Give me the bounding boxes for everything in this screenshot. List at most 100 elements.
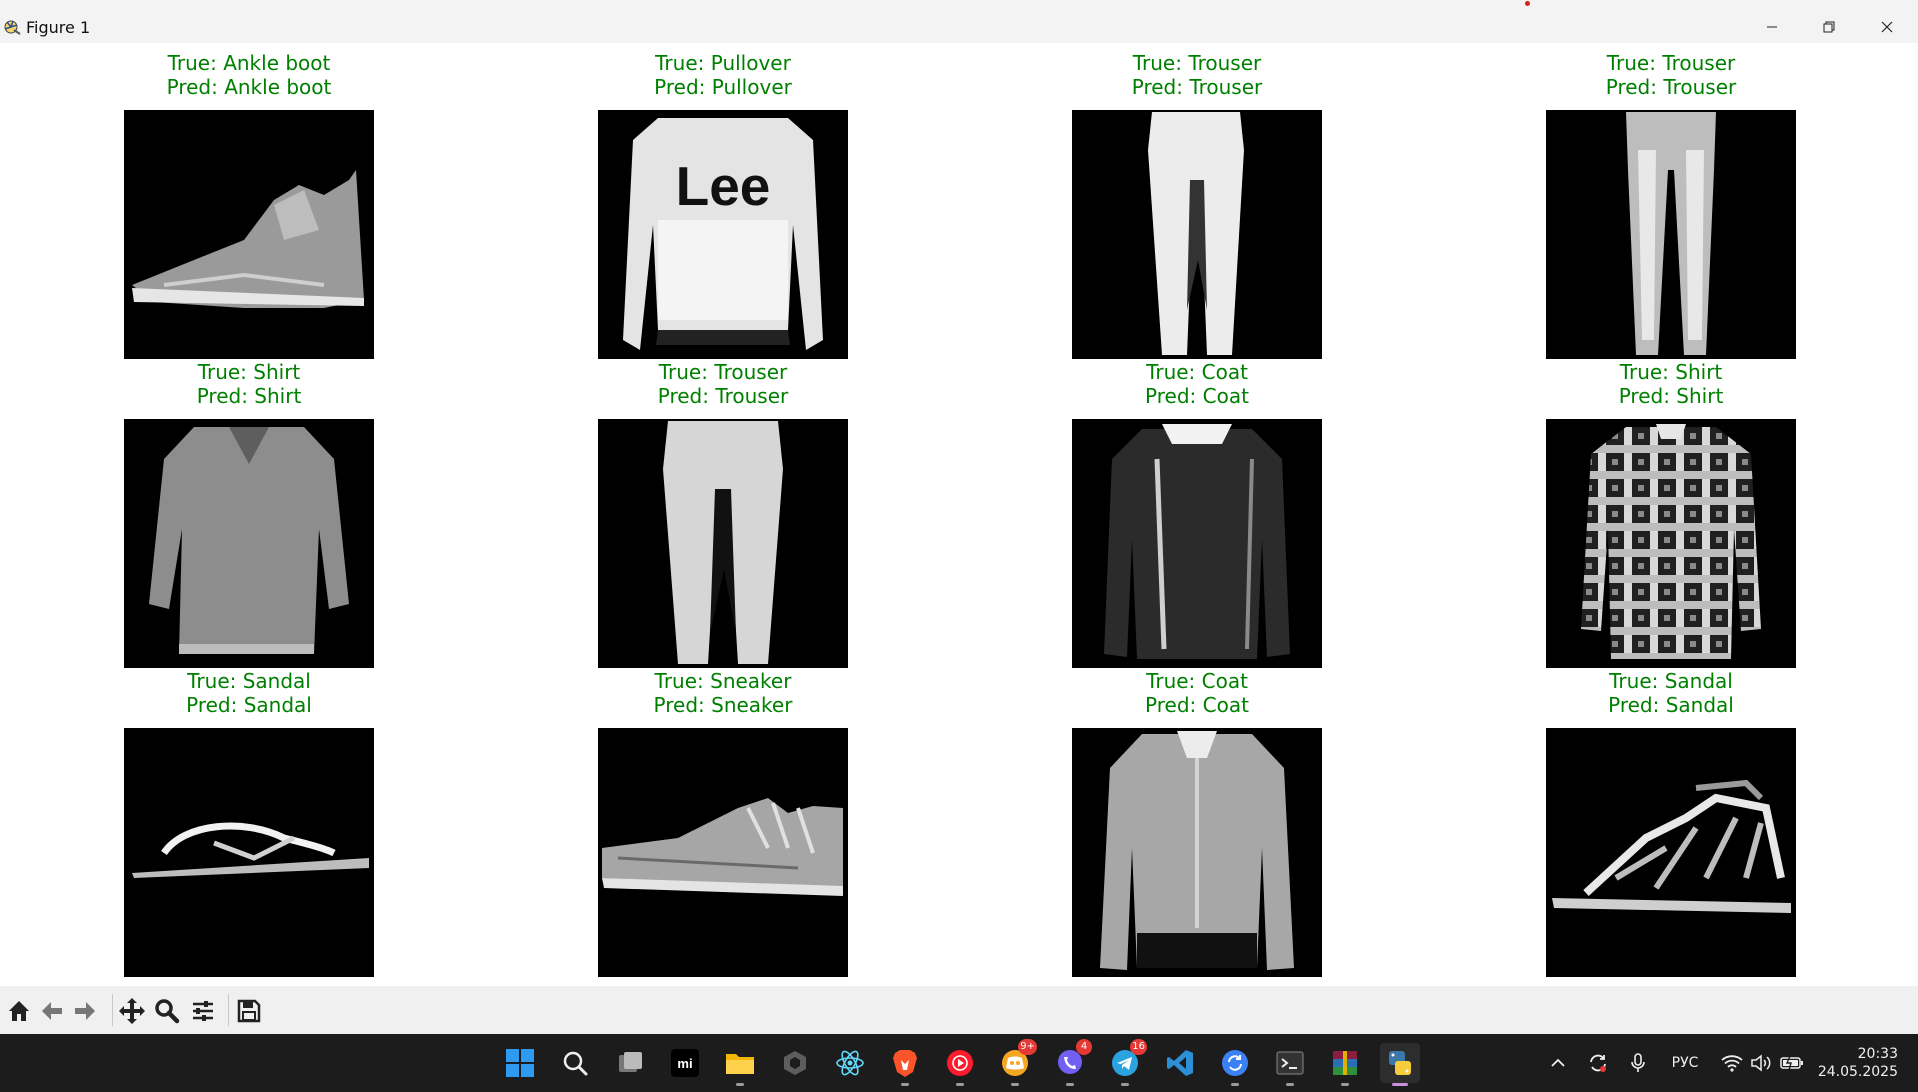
- figure-canvas[interactable]: True: Ankle boot Pred: Ankle boot True: …: [0, 43, 1918, 986]
- clock-time: 20:33: [1857, 1046, 1898, 1062]
- configure-subplots-button[interactable]: [188, 996, 218, 1026]
- subplot-panel: True: Sneaker Pred: Sneaker: [598, 669, 848, 977]
- taskbar-app-telegram[interactable]: 16: [1105, 1039, 1147, 1086]
- pred-label: Pred: Coat: [1145, 384, 1249, 408]
- pred-label: Pred: Pullover: [654, 75, 792, 99]
- taskbar-app-brave[interactable]: [885, 1043, 925, 1086]
- true-label: True: Trouser: [658, 360, 788, 384]
- sandal-image: [124, 728, 374, 977]
- plaid-shirt-image: [1546, 419, 1796, 668]
- back-icon: [42, 1002, 62, 1020]
- volume-button[interactable]: [1748, 1034, 1774, 1092]
- ankle-boot-image: [124, 110, 374, 359]
- notification-badge: 9+: [1018, 1039, 1037, 1055]
- running-indicator: [1341, 1083, 1349, 1086]
- taskbar-search-button[interactable]: [555, 1043, 595, 1083]
- forward-button[interactable]: [70, 996, 100, 1026]
- task-view-icon: [619, 1052, 642, 1072]
- minimize-button[interactable]: [1749, 12, 1795, 42]
- taskbar-app-discord[interactable]: 9+: [995, 1039, 1037, 1086]
- save-button[interactable]: [234, 996, 264, 1026]
- taskbar-app-file-explorer[interactable]: [720, 1043, 760, 1086]
- subplot-panel: True: Ankle boot Pred: Ankle boot: [124, 51, 374, 359]
- true-label: True: Trouser: [1606, 51, 1736, 75]
- brave-icon: [893, 1050, 917, 1077]
- youtube-music-icon: [947, 1050, 973, 1076]
- navigation-toolbar: [0, 986, 1918, 1034]
- unity-icon: [784, 1051, 806, 1075]
- svg-text:Lee: Lee: [676, 155, 771, 217]
- microphone-icon: [1631, 1053, 1645, 1072]
- start-button[interactable]: [500, 1043, 540, 1083]
- pred-label: Pred: Sandal: [186, 693, 312, 717]
- taskbar-app-terminal[interactable]: [1270, 1043, 1310, 1086]
- taskbar-app-sync[interactable]: [1215, 1043, 1255, 1086]
- zoom-button[interactable]: [152, 996, 182, 1026]
- close-icon: [1881, 21, 1893, 33]
- pred-label: Pred: Trouser: [1605, 75, 1737, 99]
- pred-label: Pred: Shirt: [196, 384, 302, 408]
- wifi-button[interactable]: [1719, 1034, 1745, 1092]
- true-label: True: Coat: [1146, 360, 1248, 384]
- windows-start-icon: [506, 1049, 534, 1077]
- true-label: True: Coat: [1146, 669, 1248, 693]
- window-title-bar: Figure 1: [0, 0, 1918, 43]
- true-label: True: Sandal: [187, 669, 311, 693]
- show-hidden-icons-button[interactable]: [1543, 1034, 1573, 1092]
- winrar-icon: [1333, 1051, 1357, 1075]
- home-button[interactable]: [4, 996, 34, 1026]
- volume-icon: [1751, 1054, 1771, 1072]
- taskbar-app-react[interactable]: [830, 1043, 870, 1083]
- sync-icon: [1222, 1050, 1248, 1076]
- subplot-panel: True: Trouser Pred: Trouser: [1546, 51, 1796, 359]
- tray-sync-button[interactable]: [1583, 1034, 1613, 1092]
- true-label: True: Shirt: [1619, 360, 1723, 384]
- subplot-panel: True: Shirt Pred: Shirt: [1546, 360, 1796, 668]
- taskbar-app-mi[interactable]: mi: [665, 1043, 705, 1083]
- taskbar-app-vscode[interactable]: [1160, 1043, 1200, 1083]
- running-indicator: [1121, 1083, 1129, 1086]
- pullover-image: Lee: [598, 110, 848, 359]
- battery-button[interactable]: [1777, 1034, 1807, 1092]
- restore-button[interactable]: [1806, 12, 1852, 42]
- taskbar: mi 9+ 4 16 РУС 20:33 24.05.2025: [0, 1034, 1918, 1092]
- minimize-icon: [1767, 26, 1777, 28]
- task-view-button[interactable]: [610, 1043, 650, 1083]
- true-label: True: Sandal: [1609, 669, 1733, 693]
- subplot-panel: True: Shirt Pred: Shirt: [124, 360, 374, 668]
- taskbar-app-unity[interactable]: [775, 1043, 815, 1083]
- pred-label: Pred: Ankle boot: [166, 75, 332, 99]
- close-button[interactable]: [1864, 12, 1910, 42]
- back-button[interactable]: [37, 996, 67, 1026]
- notification-badge: 4: [1076, 1039, 1092, 1055]
- pred-label: Pred: Coat: [1145, 693, 1249, 717]
- subplot-panel: True: Trouser Pred: Trouser: [598, 360, 848, 668]
- react-icon: [836, 1050, 864, 1076]
- taskbar-app-python[interactable]: [1380, 1043, 1420, 1086]
- coat-image: [1072, 419, 1322, 668]
- true-label: True: Sneaker: [654, 669, 792, 693]
- taskbar-app-youtube-music[interactable]: [940, 1043, 980, 1086]
- toolbar-separator: [228, 994, 229, 1026]
- window-title: Figure 1: [26, 18, 91, 37]
- pred-label: Pred: Sneaker: [653, 693, 793, 717]
- microphone-button[interactable]: [1623, 1034, 1653, 1092]
- svg-text:mi: mi: [677, 1056, 692, 1071]
- pan-button[interactable]: [117, 996, 147, 1026]
- true-label: True: Pullover: [655, 51, 791, 75]
- mi-icon: mi: [671, 1049, 699, 1077]
- running-indicator: [901, 1083, 909, 1086]
- chevron-up-icon: [1551, 1058, 1565, 1067]
- taskbar-app-viber[interactable]: 4: [1050, 1039, 1092, 1086]
- pred-label: Pred: Trouser: [1131, 75, 1263, 99]
- sync-status-icon: [1590, 1054, 1606, 1072]
- language-indicator[interactable]: РУС: [1663, 1034, 1707, 1092]
- search-icon: [563, 1051, 588, 1076]
- restore-icon: [1823, 21, 1835, 33]
- taskbar-app-winrar[interactable]: [1325, 1043, 1365, 1086]
- subplot-panel: True: Sandal Pred: Sandal: [1546, 669, 1796, 977]
- save-icon: [237, 999, 261, 1023]
- toolbar-separator: [112, 994, 113, 1026]
- taskbar-clock[interactable]: 20:33 24.05.2025: [1818, 1045, 1898, 1081]
- matplotlib-app-icon: [4, 20, 21, 35]
